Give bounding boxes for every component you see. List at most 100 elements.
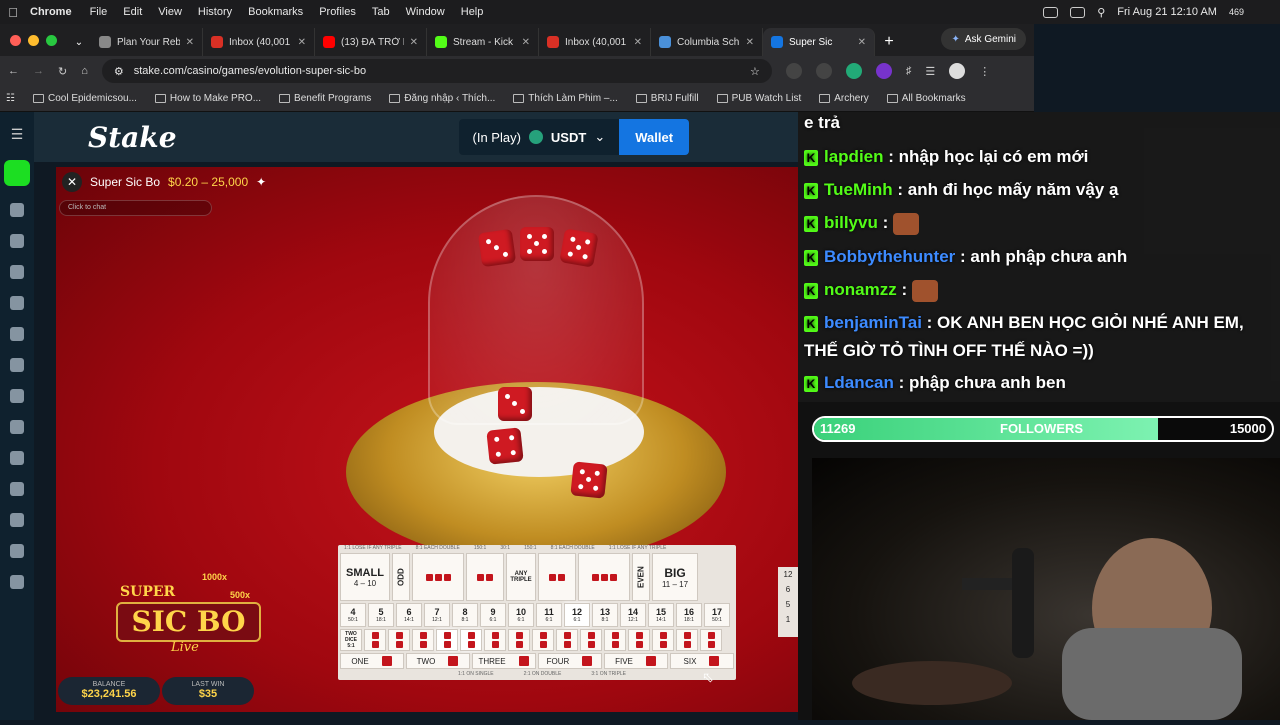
- chat-username[interactable]: benjaminTai: [824, 313, 922, 332]
- url-text[interactable]: stake.com/casino/games/evolution-super-s…: [134, 65, 740, 77]
- casino-icon[interactable]: [4, 160, 30, 186]
- bet-total-15[interactable]: 15 14:1: [648, 603, 674, 627]
- blackjack-icon[interactable]: [10, 544, 24, 558]
- menu-help[interactable]: Help: [453, 6, 492, 18]
- menu-bookmarks[interactable]: Bookmarks: [240, 6, 311, 18]
- bet-single-six[interactable]: SIX: [670, 653, 734, 669]
- tab-inbox-2[interactable]: Inbox (40,001 ✕: [539, 28, 651, 56]
- originals-icon[interactable]: [10, 420, 24, 434]
- menu-window[interactable]: Window: [398, 6, 453, 18]
- tab-search-chevron-icon[interactable]: ⌄: [67, 28, 91, 56]
- sports-icon[interactable]: [10, 203, 24, 217]
- bet-single-two[interactable]: TWO: [406, 653, 470, 669]
- bet-doubles-right[interactable]: [578, 553, 630, 601]
- bet-specific-triples-left[interactable]: [466, 553, 504, 601]
- bet-total-9[interactable]: 9 6:1: [480, 603, 506, 627]
- bet-small[interactable]: SMALL 4 – 10: [340, 553, 390, 601]
- pin-icon[interactable]: ✦: [256, 175, 266, 189]
- promotions-icon[interactable]: [10, 389, 24, 403]
- bookmark-star-icon[interactable]: ☆: [750, 65, 760, 78]
- bet-single-four[interactable]: FOUR: [538, 653, 602, 669]
- bet-two-dice-combo[interactable]: [628, 629, 650, 651]
- menu-edit[interactable]: Edit: [115, 6, 150, 18]
- chat-username[interactable]: Bobbythehunter: [824, 247, 955, 266]
- my-bets-icon[interactable]: [10, 358, 24, 372]
- stake-logo[interactable]: Stake: [88, 121, 177, 154]
- chat-username[interactable]: nonamzz: [824, 280, 897, 299]
- bet-total-8[interactable]: 8 8:1: [452, 603, 478, 627]
- balance-selector[interactable]: (In Play) USDT ⌄: [458, 119, 620, 155]
- wifi-icon[interactable]: [1043, 6, 1059, 18]
- bet-two-dice-combo[interactable]: [556, 629, 578, 651]
- extension-icon[interactable]: [815, 63, 832, 79]
- apple-icon[interactable]: : [0, 5, 26, 20]
- bet-total-12[interactable]: 12 6:1: [564, 603, 590, 627]
- tab-kick-stream[interactable]: Stream - Kick ✕: [427, 28, 539, 56]
- more-menu-icon[interactable]: ⋮: [979, 65, 990, 78]
- bet-two-dice-combo[interactable]: [460, 629, 482, 651]
- bet-single-five[interactable]: FIVE: [604, 653, 668, 669]
- tab-columbia[interactable]: Columbia Sch ✕: [651, 28, 763, 56]
- menu-app-name[interactable]: Chrome: [26, 6, 82, 18]
- bet-two-dice-combo[interactable]: [364, 629, 386, 651]
- close-tab-icon[interactable]: ✕: [522, 37, 530, 48]
- bet-two-dice-combo[interactable]: [508, 629, 530, 651]
- bet-specific-triples-right[interactable]: [538, 553, 576, 601]
- bet-two-dice-combo[interactable]: [436, 629, 458, 651]
- bet-total-6[interactable]: 6 14:1: [396, 603, 422, 627]
- tab-plan-your-reb[interactable]: Plan Your Reb ✕: [91, 28, 203, 56]
- slots-icon[interactable]: [10, 451, 24, 465]
- clock-text[interactable]: Fri Aug 21 12:10 AM: [1117, 6, 1217, 18]
- bet-total-7[interactable]: 7 12:1: [424, 603, 450, 627]
- bet-two-dice-combo[interactable]: [652, 629, 674, 651]
- bet-two-dice-combo[interactable]: [676, 629, 698, 651]
- reading-list-icon[interactable]: ☰: [925, 65, 935, 78]
- bookmark-item[interactable]: BRIJ Fulfill: [635, 93, 699, 104]
- challenges-icon[interactable]: [10, 327, 24, 341]
- battery-icon[interactable]: [1070, 6, 1086, 18]
- zoom-window-button[interactable]: [46, 34, 57, 46]
- chat-username[interactable]: billyvu: [824, 213, 878, 232]
- bet-total-11[interactable]: 11 6:1: [536, 603, 562, 627]
- apps-grid-icon[interactable]: ☷: [6, 93, 15, 104]
- extension-icon[interactable]: [845, 63, 862, 79]
- bet-total-10[interactable]: 10 6:1: [508, 603, 534, 627]
- extensions-puzzle-icon[interactable]: ♯: [906, 65, 912, 77]
- close-tab-icon[interactable]: ✕: [746, 37, 754, 48]
- extension-icon[interactable]: [875, 63, 892, 79]
- wallet-button[interactable]: Wallet: [619, 119, 690, 155]
- url-bar[interactable]: ⚙ stake.com/casino/games/evolution-super…: [101, 59, 772, 83]
- game-chat-input[interactable]: Click to chat: [59, 200, 212, 216]
- minimize-window-button[interactable]: [28, 34, 39, 46]
- bet-even[interactable]: EVEN: [632, 553, 650, 601]
- tab-youtube[interactable]: (13) ĐÃ TRỞ L ✕: [315, 28, 427, 56]
- extension-icon[interactable]: [785, 63, 802, 79]
- bet-doubles-left[interactable]: [412, 553, 464, 601]
- bet-two-dice-combo[interactable]: [532, 629, 554, 651]
- close-tab-icon[interactable]: ✕: [858, 37, 866, 48]
- chat-username[interactable]: Ldancan: [824, 373, 894, 392]
- settings-icon[interactable]: [10, 575, 24, 589]
- new-tab-button[interactable]: +: [875, 28, 903, 56]
- bet-total-17[interactable]: 17 50:1: [704, 603, 730, 627]
- menu-hamburger-icon[interactable]: ☰: [11, 126, 24, 143]
- ask-gemini-button[interactable]: ✦ Ask Gemini: [941, 28, 1026, 50]
- game-shows-icon[interactable]: [10, 513, 24, 527]
- close-window-button[interactable]: [10, 34, 21, 46]
- bookmark-item[interactable]: PUB Watch List: [716, 93, 801, 104]
- profile-avatar-icon[interactable]: [949, 63, 966, 79]
- menu-view[interactable]: View: [150, 6, 190, 18]
- close-tab-icon[interactable]: ✕: [186, 37, 194, 48]
- bookmark-item[interactable]: Cool Epidemicsou...: [32, 93, 137, 104]
- close-tab-icon[interactable]: ✕: [634, 37, 642, 48]
- bet-total-16[interactable]: 16 18:1: [676, 603, 702, 627]
- search-icon[interactable]: ⚲: [1097, 6, 1105, 19]
- site-info-icon[interactable]: ⚙: [114, 65, 124, 78]
- home-icon[interactable]: ⌂: [81, 65, 88, 77]
- bet-two-dice-combo[interactable]: [388, 629, 410, 651]
- bet-single-one[interactable]: ONE: [340, 653, 404, 669]
- live-casino-icon[interactable]: [10, 482, 24, 496]
- menu-file[interactable]: File: [82, 6, 116, 18]
- bet-total-5[interactable]: 5 18:1: [368, 603, 394, 627]
- close-game-icon[interactable]: ✕: [62, 172, 82, 192]
